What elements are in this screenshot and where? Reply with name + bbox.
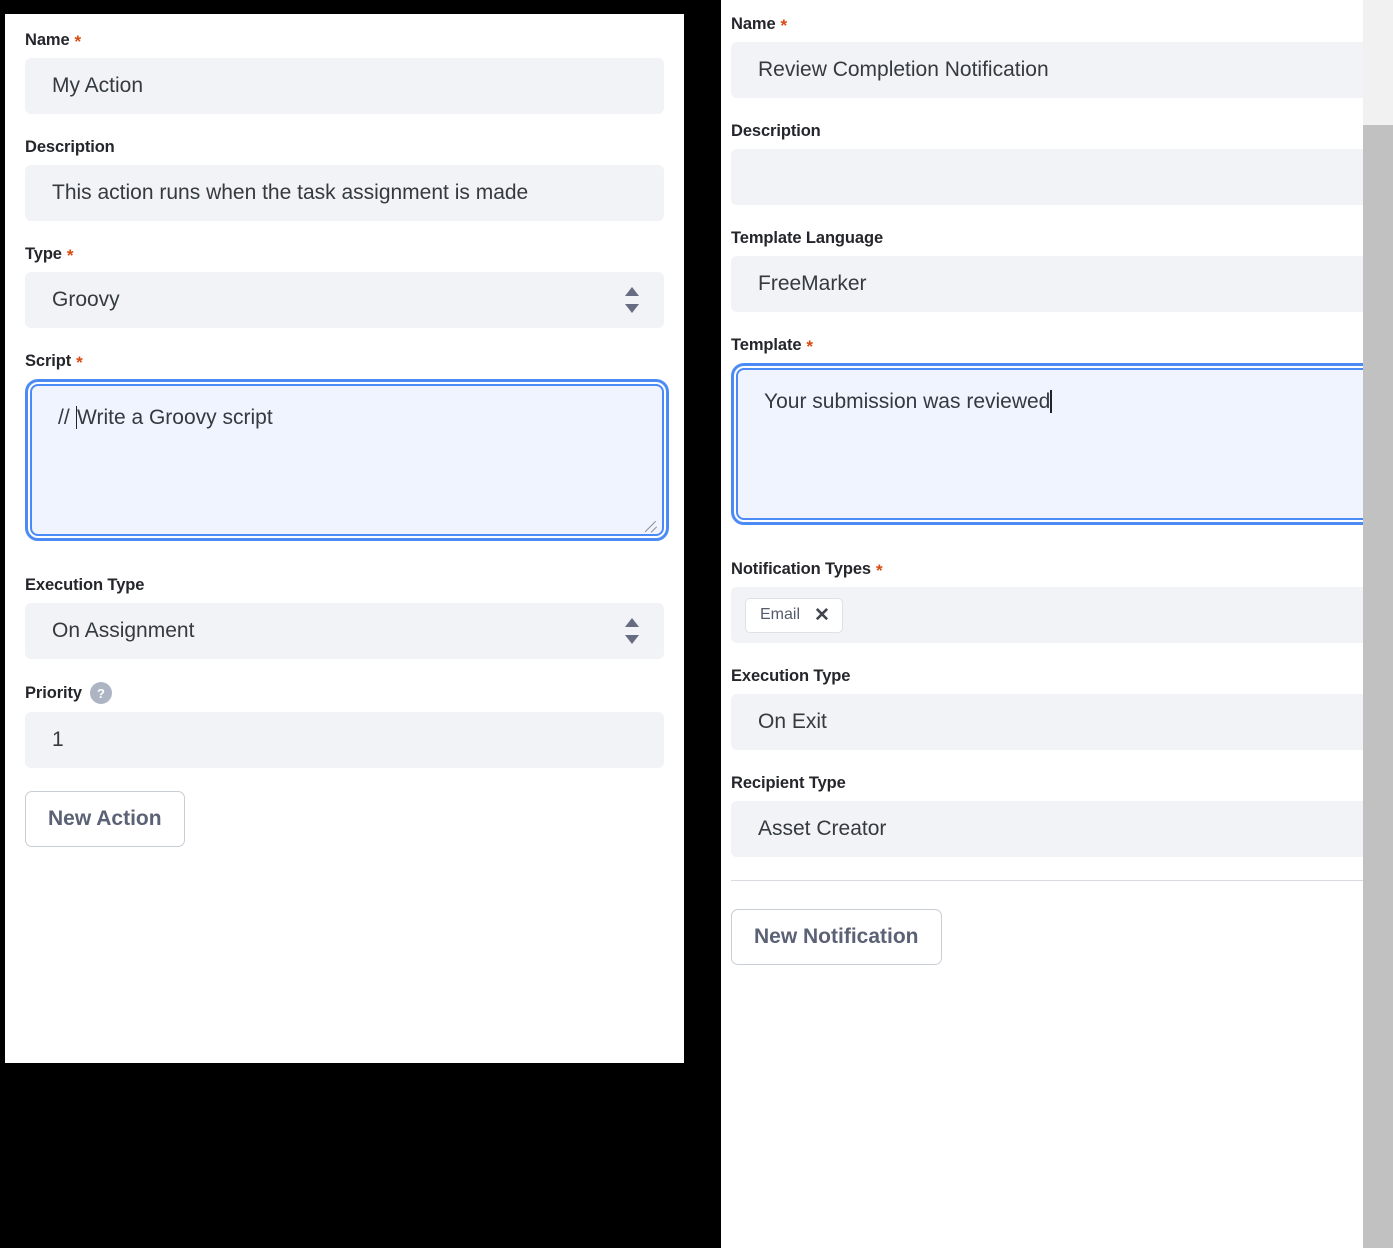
label-template-language-text: Template Language xyxy=(731,229,884,247)
field-action-priority: Priority ? 1 xyxy=(25,682,664,768)
required-asterisk: * xyxy=(66,245,74,265)
action-execution-type-value: On Assignment xyxy=(52,619,195,642)
template-language-value: FreeMarker xyxy=(758,272,867,295)
field-notification-name: Name * Review Completion Notification xyxy=(731,14,1393,98)
required-asterisk: * xyxy=(74,31,82,51)
label-notification-name-text: Name xyxy=(731,15,776,33)
label-notification-execution-type: Execution Type xyxy=(731,666,1393,686)
resize-handle-icon[interactable] xyxy=(642,515,658,531)
label-action-priority-text: Priority xyxy=(25,684,82,702)
label-action-name: Name * xyxy=(25,30,664,50)
action-script-wrap: // Write a Groovy script xyxy=(25,379,669,543)
field-action-description: Description This action runs when the ta… xyxy=(25,137,664,221)
action-priority-value: 1 xyxy=(52,728,64,751)
field-action-script: Script * // Write a Groovy script xyxy=(25,351,669,543)
action-priority-input[interactable]: 1 xyxy=(25,712,664,768)
recipient-type-select[interactable]: Asset Creator xyxy=(731,801,1393,857)
label-notification-name: Name * xyxy=(731,14,1393,34)
label-notification-execution-type-text: Execution Type xyxy=(731,667,851,685)
notification-description-input[interactable] xyxy=(731,149,1393,205)
chip-email[interactable]: Email ✕ xyxy=(745,597,843,633)
help-icon[interactable]: ? xyxy=(89,682,112,704)
new-notification-button[interactable]: New Notification xyxy=(731,909,942,965)
notification-execution-type-select[interactable]: On Exit xyxy=(731,694,1393,750)
label-notification-types-text: Notification Types xyxy=(731,560,871,578)
action-execution-type-select[interactable]: On Assignment xyxy=(25,603,664,659)
vertical-scrollbar[interactable] xyxy=(1363,0,1393,1248)
label-action-script-text: Script xyxy=(25,352,72,370)
vertical-scrollbar-thumb[interactable] xyxy=(1363,125,1393,1248)
label-action-type-text: Type xyxy=(25,245,62,263)
label-action-execution-type: Execution Type xyxy=(25,575,664,595)
template-wrap: Your submission was reviewed xyxy=(731,363,1393,527)
notification-form-panel: Name * Review Completion Notification De… xyxy=(721,0,1393,1248)
label-recipient-type-text: Recipient Type xyxy=(731,774,846,792)
notification-name-value: Review Completion Notification xyxy=(758,58,1049,81)
field-action-type: Type * Groovy xyxy=(25,244,664,328)
label-template-language: Template Language xyxy=(731,228,1393,248)
label-template-text: Template xyxy=(731,336,802,354)
chip-remove-icon[interactable]: ✕ xyxy=(814,606,830,625)
label-action-name-text: Name xyxy=(25,31,70,49)
notification-name-input[interactable]: Review Completion Notification xyxy=(731,42,1393,98)
required-asterisk: * xyxy=(780,15,788,35)
select-updown-icon xyxy=(624,287,639,313)
label-template: Template * xyxy=(731,335,1393,355)
label-notification-types: Notification Types * xyxy=(731,559,1393,579)
action-script-value-after-caret: Write a Groovy script xyxy=(77,406,273,429)
action-type-value: Groovy xyxy=(52,288,120,311)
section-divider xyxy=(731,880,1393,881)
select-updown-icon xyxy=(624,618,639,644)
action-script-textarea[interactable]: // Write a Groovy script xyxy=(25,379,669,541)
field-notification-execution-type: Execution Type On Exit xyxy=(731,666,1393,750)
label-notification-description-text: Description xyxy=(731,122,821,140)
recipient-type-value: Asset Creator xyxy=(758,817,887,840)
label-action-description: Description xyxy=(25,137,664,157)
label-action-script: Script * xyxy=(25,351,664,371)
field-notification-description: Description xyxy=(731,121,1393,205)
action-script-value-before-caret: // xyxy=(58,406,76,429)
label-action-execution-type-text: Execution Type xyxy=(25,576,145,594)
action-description-value: This action runs when the task assignmen… xyxy=(52,181,529,204)
text-caret xyxy=(1050,390,1052,413)
template-textarea[interactable]: Your submission was reviewed xyxy=(731,363,1393,525)
notification-execution-type-value: On Exit xyxy=(758,710,827,733)
action-name-value: My Action xyxy=(52,74,144,97)
field-template-language: Template Language FreeMarker xyxy=(731,228,1393,312)
template-value: Your submission was reviewed xyxy=(764,390,1051,413)
template-language-select[interactable]: FreeMarker xyxy=(731,256,1393,312)
chip-email-label: Email xyxy=(760,606,801,623)
notification-types-input[interactable]: Email ✕ xyxy=(731,587,1393,643)
new-action-button[interactable]: New Action xyxy=(25,791,185,847)
action-type-select[interactable]: Groovy xyxy=(25,272,664,328)
label-action-description-text: Description xyxy=(25,138,115,156)
required-asterisk: * xyxy=(76,352,83,372)
action-form-panel: Name * My Action Description This action… xyxy=(5,14,684,1063)
action-form-inner: Name * My Action Description This action… xyxy=(5,14,684,847)
action-name-input[interactable]: My Action xyxy=(25,58,664,114)
notification-form-inner: Name * Review Completion Notification De… xyxy=(721,0,1393,965)
field-action-name: Name * My Action xyxy=(25,30,664,114)
label-recipient-type: Recipient Type xyxy=(731,773,1393,793)
required-asterisk: * xyxy=(806,336,813,356)
field-notification-types: Notification Types * Email ✕ xyxy=(731,559,1393,643)
required-asterisk: * xyxy=(876,560,883,580)
field-template: Template * Your submission was reviewed xyxy=(731,335,1393,527)
field-action-execution-type: Execution Type On Assignment xyxy=(25,575,664,659)
label-action-priority: Priority ? xyxy=(25,682,664,704)
label-action-type: Type * xyxy=(25,244,664,264)
action-description-input[interactable]: This action runs when the task assignmen… xyxy=(25,165,664,221)
field-recipient-type: Recipient Type Asset Creator xyxy=(731,773,1393,857)
label-notification-description: Description xyxy=(731,121,1393,141)
